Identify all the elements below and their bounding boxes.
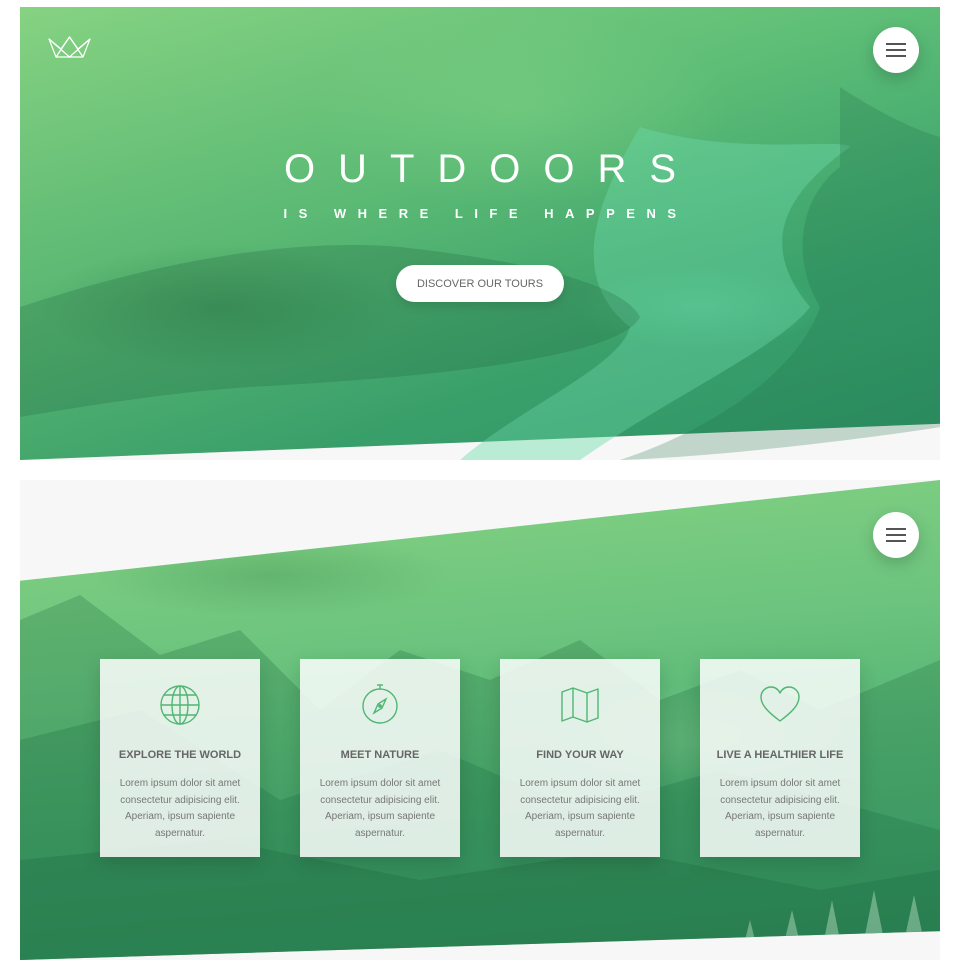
card-title: MEET NATURE <box>340 749 420 761</box>
hamburger-menu-icon[interactable] <box>873 27 919 73</box>
card-description: Lorem ipsum dolor sit amet consectetur a… <box>719 778 841 839</box>
card-description: Lorem ipsum dolor sit amet consectetur a… <box>119 778 241 839</box>
hero-overlay <box>20 7 940 460</box>
feature-card-explore: EXPLORE THE WORLD Lorem ipsum dolor sit … <box>100 659 260 857</box>
card-title: EXPLORE THE WORLD <box>118 749 242 761</box>
card-description: Lorem ipsum dolor sit amet consectetur a… <box>519 778 641 839</box>
card-description: Lorem ipsum dolor sit amet consectetur a… <box>319 778 441 839</box>
hero-subtitle: IS WHERE LIFE HAPPENS <box>283 206 688 221</box>
hero-section: OUTDOORS IS WHERE LIFE HAPPENS DISCOVER … <box>20 7 940 460</box>
hamburger-menu-icon[interactable] <box>873 512 919 558</box>
card-title: LIVE A HEALTHIER LIFE <box>716 749 844 761</box>
heart-icon <box>760 686 800 722</box>
feature-card-healthier-life: LIVE A HEALTHIER LIFE Lorem ipsum dolor … <box>700 659 860 857</box>
hero-title: OUTDOORS <box>283 147 700 191</box>
crown-icon[interactable] <box>47 35 92 59</box>
discover-tours-button[interactable]: DISCOVER OUR TOURS <box>396 265 564 302</box>
map-icon <box>561 687 599 723</box>
features-section: EXPLORE THE WORLD Lorem ipsum dolor sit … <box>20 480 940 960</box>
feature-card-find-way: FIND YOUR WAY Lorem ipsum dolor sit amet… <box>500 659 660 857</box>
card-title: FIND YOUR WAY <box>536 749 624 761</box>
feature-card-nature: MEET NATURE Lorem ipsum dolor sit amet c… <box>300 659 460 857</box>
compass-icon <box>362 684 398 724</box>
globe-icon <box>160 685 200 725</box>
